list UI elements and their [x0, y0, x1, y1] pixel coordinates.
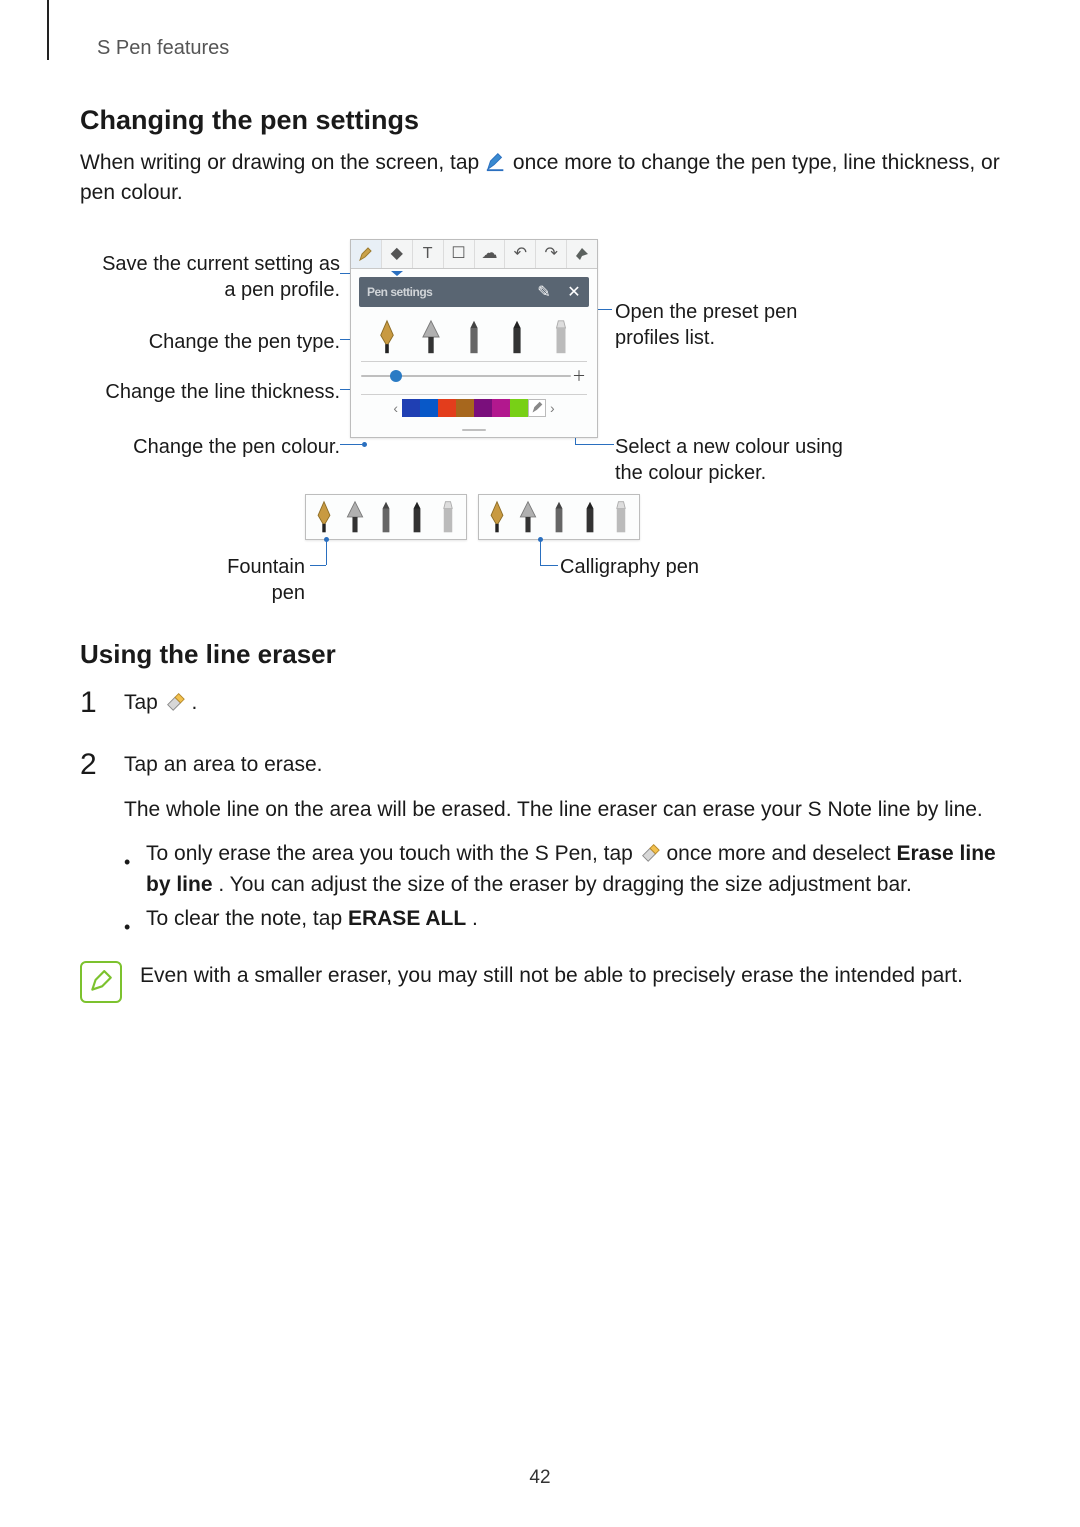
swatch-next-icon[interactable]: ›	[546, 400, 559, 416]
callout-fountain: Fountain pen	[190, 554, 305, 606]
pen-opt-icon[interactable]	[342, 500, 368, 534]
b2-b: .	[472, 907, 478, 930]
toolbar-more-icon[interactable]	[567, 240, 597, 268]
swatch[interactable]	[438, 399, 456, 417]
pen-opt-icon[interactable]	[404, 500, 430, 534]
swatch[interactable]	[510, 399, 528, 417]
pen-type-row[interactable]	[351, 313, 597, 357]
callout-calligraphy: Calligraphy pen	[560, 554, 720, 580]
pen-options-left	[305, 494, 467, 540]
toolbar-redo-icon[interactable]: ↷	[536, 240, 567, 268]
colour-swatch-row: ‹ ›	[351, 395, 597, 423]
callout-change-type: Change the pen type.	[90, 329, 340, 355]
b2-bold: ERASE ALL	[348, 907, 466, 930]
heading-line-eraser: Using the line eraser	[80, 639, 1000, 670]
callout-save-profile: Save the current setting as a pen profil…	[90, 251, 340, 303]
pen-pencil-icon[interactable]	[459, 319, 489, 355]
pen-opt-icon[interactable]	[435, 500, 461, 534]
bullet-1: To only erase the area you touch with th…	[124, 839, 1000, 900]
toolbar-text-icon[interactable]: T	[413, 240, 444, 268]
panel-toolbar: ◆ T ☐ ☁ ↶ ↷	[351, 240, 597, 269]
toolbar-cloud-icon[interactable]: ☁	[475, 240, 506, 268]
step1-b: .	[192, 691, 198, 714]
swatch[interactable]	[420, 399, 438, 417]
pen-opt-icon[interactable]	[515, 500, 541, 534]
callout-colour-picker: Select a new colour using the colour pic…	[615, 434, 865, 486]
b1-a: To only erase the area you touch with th…	[146, 842, 639, 865]
pen-options-right	[478, 494, 640, 540]
colour-picker-swatch[interactable]	[528, 399, 546, 417]
bullet-dot	[124, 839, 134, 900]
page-number: 42	[0, 1467, 1080, 1489]
intro-text: When writing or drawing on the screen, t…	[80, 148, 1000, 209]
pen-icon	[485, 150, 507, 172]
pen-opt-icon[interactable]	[577, 500, 603, 534]
callout-change-thickness: Change the line thickness.	[90, 379, 340, 405]
pen-opt-icon[interactable]	[373, 500, 399, 534]
profile-label: Pen settings	[359, 285, 529, 299]
save-profile-icon[interactable]: ✎	[529, 282, 559, 302]
pen-settings-panel: ◆ T ☐ ☁ ↶ ↷ Pen settings ✎ ✕	[350, 239, 598, 438]
thickness-plus-icon[interactable]: ＋	[571, 366, 587, 386]
pen-highlighter-icon[interactable]	[546, 319, 576, 355]
step-1: 1 Tap .	[80, 688, 1000, 732]
intro-a: When writing or drawing on the screen, t…	[80, 151, 485, 174]
toolbar-pen-icon[interactable]	[351, 240, 382, 268]
thickness-slider[interactable]: ＋	[351, 362, 597, 390]
callout-open-presets: Open the preset pen profiles list.	[615, 299, 865, 351]
section-label: S Pen features	[97, 37, 229, 60]
pen-settings-diagram: Save the current setting as a pen profil…	[80, 239, 1000, 599]
heading-pen-settings: Changing the pen settings	[80, 105, 1000, 136]
pen-opt-icon[interactable]	[608, 500, 634, 534]
header-rule	[47, 0, 49, 60]
pen-opt-icon[interactable]	[311, 500, 337, 534]
pen-profile-bar: Pen settings ✎ ✕	[359, 277, 589, 307]
step2-line1: Tap an area to erase.	[124, 750, 1000, 780]
bullet-2: To clear the note, tap ERASE ALL .	[124, 904, 1000, 942]
pen-calligraphy-icon[interactable]	[416, 319, 446, 355]
bullet-dot	[124, 904, 134, 942]
step1-a: Tap	[124, 691, 164, 714]
toolbar-undo-icon[interactable]: ↶	[505, 240, 536, 268]
note-block: Even with a smaller eraser, you may stil…	[80, 961, 1000, 1003]
pen-fountain-icon[interactable]	[372, 319, 402, 355]
step-2: 2 Tap an area to erase. The whole line o…	[80, 750, 1000, 942]
pen-opt-icon[interactable]	[546, 500, 572, 534]
swatch-prev-icon[interactable]: ‹	[389, 400, 402, 416]
eraser-icon	[164, 690, 186, 712]
swatch[interactable]	[474, 399, 492, 417]
step2-line2: The whole line on the area will be erase…	[124, 795, 1000, 825]
swatch[interactable]	[402, 399, 420, 417]
swatch[interactable]	[456, 399, 474, 417]
b2-a: To clear the note, tap	[146, 907, 348, 930]
pen-marker-icon[interactable]	[502, 319, 532, 355]
panel-grip[interactable]	[351, 423, 597, 437]
note-icon	[80, 961, 122, 1003]
step-number: 1	[80, 688, 102, 732]
toolbar-image-icon[interactable]: ☐	[444, 240, 475, 268]
b1-b: once more and deselect	[666, 842, 896, 865]
toolbar-eraser-icon[interactable]: ◆	[382, 240, 413, 268]
note-text: Even with a smaller eraser, you may stil…	[140, 961, 1000, 999]
pen-opt-icon[interactable]	[484, 500, 510, 534]
thickness-knob[interactable]	[390, 370, 402, 382]
b1-c: . You can adjust the size of the eraser …	[218, 873, 911, 896]
eraser-icon	[639, 841, 661, 863]
selection-indicator	[351, 269, 597, 277]
close-profile-icon[interactable]: ✕	[559, 282, 589, 302]
callout-change-colour: Change the pen colour.	[90, 434, 340, 460]
step-number: 2	[80, 750, 102, 942]
swatch[interactable]	[492, 399, 510, 417]
